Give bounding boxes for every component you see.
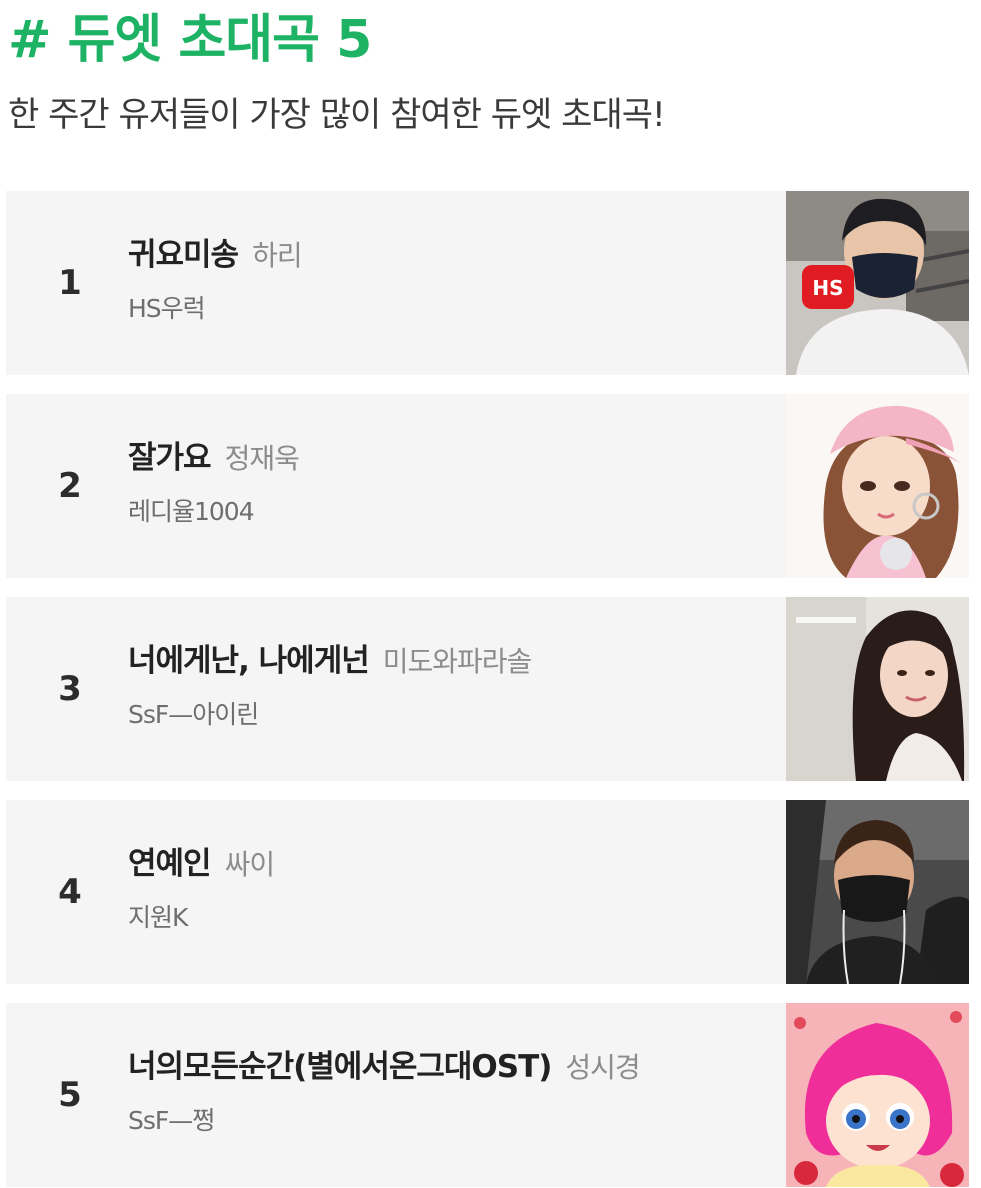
song-artist: 정재욱 (224, 442, 300, 475)
man-in-car-mask-photo-icon[interactable] (786, 800, 969, 984)
section-subtitle: 한 주간 유저들이 가장 많이 참여한 듀엣 초대곡! (8, 95, 666, 135)
list-item[interactable]: 2 잘가요 정재욱 레디율1004 (6, 394, 969, 578)
singer-name: 레디율1004 (128, 497, 255, 526)
song-title: 너에게난, 나에게넌 (128, 643, 370, 679)
selfie-man-mask-photo-icon[interactable]: HS (786, 191, 969, 375)
singer-name: 지원K (128, 903, 188, 932)
rank-number: 1 (58, 263, 82, 303)
rank-number: 4 (58, 872, 82, 912)
song-artist: 싸이 (224, 848, 276, 881)
svg-text:HS: HS (812, 276, 843, 300)
page: # 듀엣 초대곡 5 한 주간 유저들이 가장 많이 참여한 듀엣 초대곡! 1… (0, 0, 981, 1188)
list-item[interactable]: 4 연예인 싸이 지원K (6, 800, 969, 984)
woman-selfie-photo-icon[interactable] (786, 597, 969, 781)
thumbnail-image (786, 1003, 969, 1187)
list-item[interactable]: 1 귀요미송 하리 HS우럭 HS (6, 191, 969, 375)
rank-number: 2 (58, 466, 82, 506)
thumbnail-image (786, 394, 969, 578)
song-info: 연예인 싸이 (128, 842, 276, 891)
rank-number: 5 (58, 1075, 82, 1115)
song-info: 너에게난, 나에게넌 미도와파라솔 (128, 639, 533, 688)
song-info: 너의모든순간(별에서온그대OST) 성시경 (128, 1045, 641, 1094)
section-title: # 듀엣 초대곡 5 (8, 10, 372, 70)
singer-name: HS우럭 (128, 294, 206, 323)
song-title: 연예인 (128, 846, 212, 882)
list-item[interactable]: 5 너의모든순간(별에서온그대OST) 성시경 SsF—쩡 (6, 1003, 969, 1187)
song-artist: 성시경 (565, 1051, 640, 1084)
cartoon-pink-hair-girl-icon[interactable] (786, 1003, 969, 1187)
song-title: 너의모든순간(별에서온그대OST) (128, 1049, 552, 1085)
song-artist: 하리 (252, 239, 303, 272)
list-item[interactable]: 3 너에게난, 나에게넌 미도와파라솔 SsF—아이린 (6, 597, 969, 781)
illustrated-girl-pink-cap-icon[interactable] (786, 394, 969, 578)
singer-name: SsF—쩡 (128, 1106, 215, 1135)
thumbnail-image: HS (786, 191, 969, 375)
song-title: 귀요미송 (128, 237, 239, 273)
thumbnail-image (786, 597, 969, 781)
song-info: 귀요미송 하리 (128, 233, 303, 282)
duet-list: 1 귀요미송 하리 HS우럭 HS 2 잘가요 정재욱 레디율1004 3 너에… (6, 191, 969, 1187)
song-title: 잘가요 (128, 440, 212, 476)
song-artist: 미도와파라솔 (382, 645, 533, 678)
song-info: 잘가요 정재욱 (128, 436, 300, 485)
rank-number: 3 (58, 669, 82, 709)
singer-name: SsF—아이린 (128, 700, 259, 729)
thumbnail-image (786, 800, 969, 984)
